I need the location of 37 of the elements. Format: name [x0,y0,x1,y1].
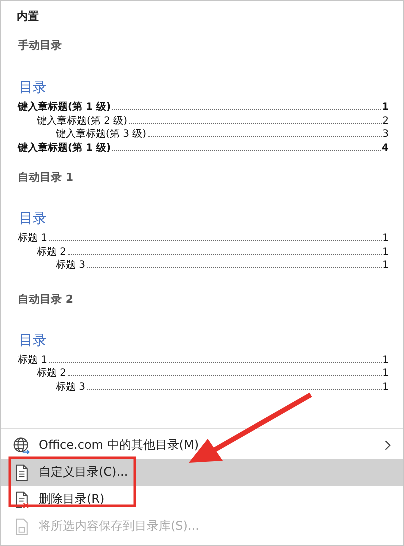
toc-page-number: 1 [382,354,389,367]
toc-gallery-item[interactable]: 手动目录 目录 键入章标题(第 1 级) 1 键入章标题(第 2 级) 2 键入章标题(第 3 级) 3 键入章标题(第 1 级) 4 [1,31,403,163]
gallery-item-title: 自动目录 2 [18,292,74,308]
gallery-item-title: 自动目录 1 [18,170,74,186]
toc-page-number: 1 [382,101,389,114]
toc-page-number: 1 [382,259,389,272]
toc-entry-text: 标题 1 [18,354,48,367]
toc-page-number: 1 [382,367,389,380]
section-header: 内置 [16,9,40,25]
toc-entry-text: 标题 1 [18,232,48,246]
delete-document-icon [13,490,31,508]
document-icon [13,464,31,482]
gallery-item-title: 手动目录 [18,38,63,54]
toc-title: 目录 [19,332,48,350]
toc-page-number: 1 [382,232,389,246]
toc-page-number: 1 [382,246,389,259]
toc-page-number: 3 [382,128,389,142]
toc-entry-text: 标题 2 [37,367,67,380]
toc-page-number: 1 [382,380,389,394]
toc-entry-text: 标题 3 [56,259,86,272]
toc-entry-text: 键入章标题(第 1 级) [18,101,112,114]
toc-title: 目录 [19,79,48,97]
toc-entry-text: 键入章标题(第 2 级) [37,114,128,128]
toc-title: 目录 [19,210,48,228]
toc-gallery-item[interactable]: 自动目录 2 目录 标题 1 1 标题 2 1 标题 3 1 [1,284,403,406]
globe-icon [13,436,31,454]
toc-entry-text: 键入章标题(第 3 级) [56,128,147,142]
menu-item[interactable]: 删除目录(R) [1,486,403,513]
toc-page-number: 4 [382,142,389,155]
toc-entry-text: 标题 3 [56,380,86,394]
menu-item[interactable]: 自定义目录(C)... [1,459,403,486]
toc-entry-text: 标题 2 [37,246,67,259]
save-document-icon [13,518,31,536]
toc-page-number: 2 [382,114,389,128]
menu-item[interactable]: Office.com 中的其他目录(M) [1,432,403,459]
toc-gallery-item[interactable]: 自动目录 1 目录 标题 1 1 标题 2 1 标题 3 1 [1,163,403,284]
toc-entry-text: 键入章标题(第 1 级) [18,142,112,155]
